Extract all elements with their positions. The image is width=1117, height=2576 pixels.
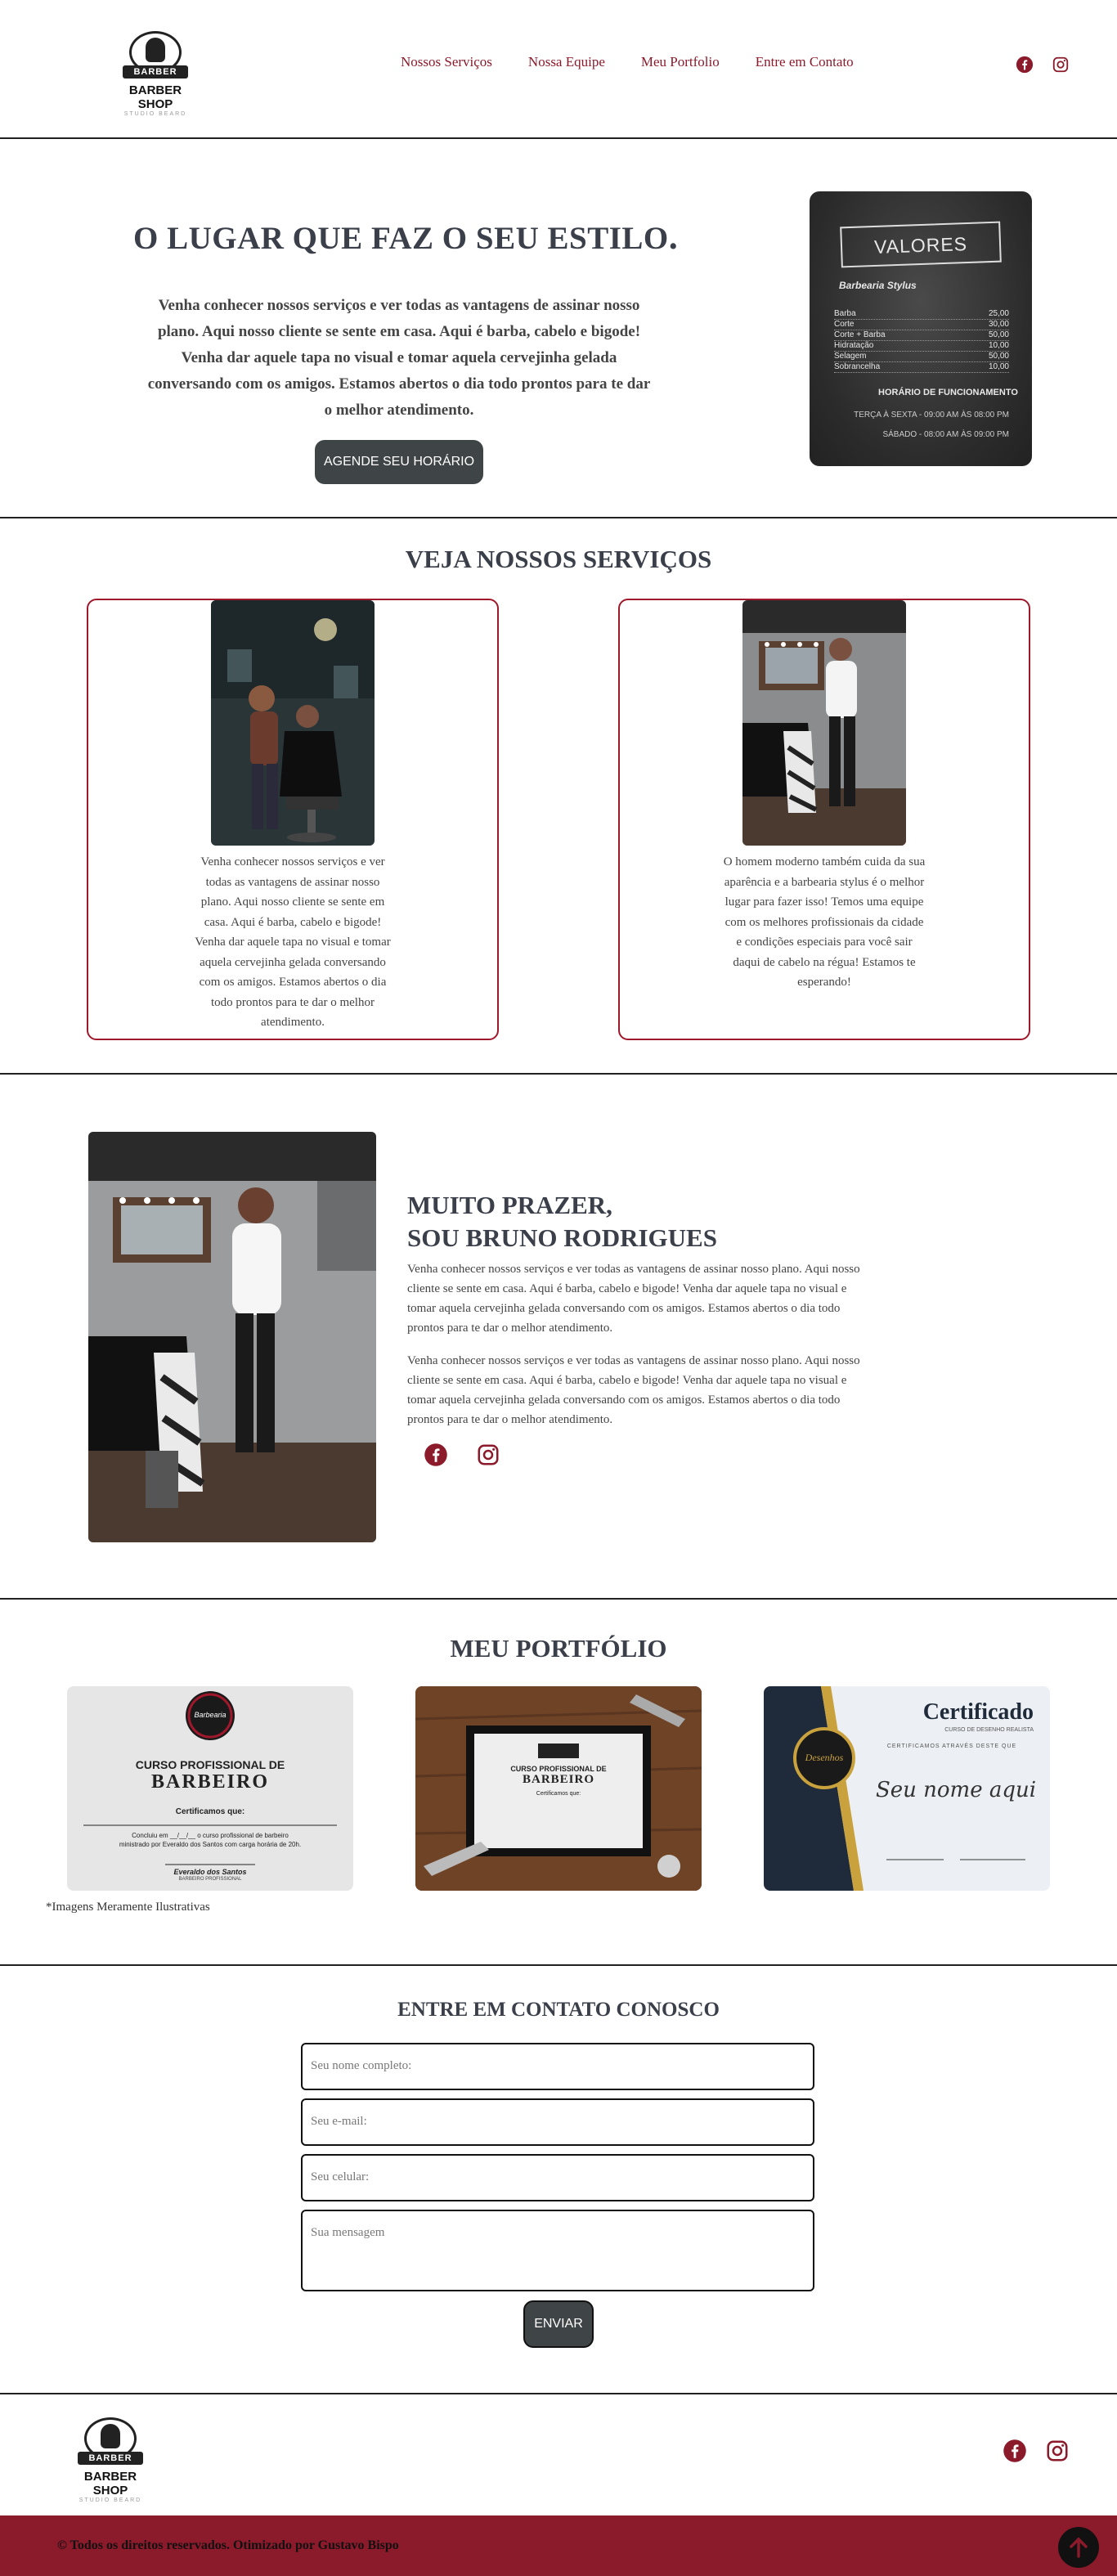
facebook-icon[interactable]: [1016, 56, 1034, 74]
footer-logo[interactable]: BARBER BARBER SHOP STUDIO BEARD: [65, 2416, 155, 2503]
nav-team[interactable]: Nossa Equipe: [528, 54, 605, 70]
logo-subtext: STUDIO BEARD: [123, 111, 187, 117]
hours-saturday: SÁBADO - 08:00 AM ÀS 09:00 PM: [882, 430, 1009, 439]
about-section: MUITO PRAZER, SOU BRUNO RODRIGUES Venha c…: [0, 1076, 1117, 1600]
cert-badge: Barbearia: [194, 1711, 227, 1719]
cert-name: BARBEIRO: [150, 1771, 270, 1793]
hours-title: HORÁRIO DE FUNCIONAMENTO: [878, 388, 1018, 397]
site-header: BARBER BARBER SHOP STUDIO BEARD Nossos S…: [0, 0, 1117, 139]
portfolio-title: MEU PORTFÓLIO: [450, 1634, 667, 1663]
service-card: Venha conhecer nossos serviços e ver tod…: [87, 599, 499, 1040]
schedule-button[interactable]: AGENDE SEU HORÁRIO: [315, 440, 483, 484]
arrow-up-icon: [1070, 2537, 1088, 2558]
portfolio-section: MEU PORTFÓLIO Barbearia CURSO PROFISSION…: [0, 1601, 1117, 1966]
hero-section: O LUGAR QUE FAZ O SEU ESTILO. Venha conh…: [0, 141, 1117, 518]
cert-certify: Certificamos que:: [175, 1807, 245, 1816]
site-footer: BARBER BARBER SHOP STUDIO BEARD: [0, 2396, 1117, 2515]
back-to-top-button[interactable]: [1058, 2527, 1099, 2568]
cert-line: CERTIFICAMOS ATRAVÉS DESTE QUE: [886, 1744, 1017, 1749]
cert-badge: Desenhos: [805, 1752, 844, 1763]
main-nav: Nossos Serviços Nossa Equipe Meu Portfol…: [401, 54, 854, 70]
instagram-icon[interactable]: [1045, 2439, 1070, 2463]
cert-certify: Certificamos que:: [536, 1791, 581, 1797]
barber-logo-icon: BARBER: [121, 29, 190, 82]
nav-portfolio[interactable]: Meu Portfolio: [641, 54, 720, 70]
price-row: Sobrancelha 10,00: [834, 362, 1009, 373]
service-text: Venha conhecer nossos serviços e ver tod…: [195, 855, 391, 1029]
cert-name: BARBEIRO: [522, 1773, 595, 1786]
cert-role: BARBEIRO PROFISSIONAL: [178, 1877, 242, 1882]
instagram-icon[interactable]: [476, 1443, 500, 1467]
cert-line: Concluiu em __/__/__ o curso profissiona…: [132, 1832, 289, 1839]
copyright-text: © Todos os direitos reservados. Otimizad…: [57, 2538, 399, 2552]
barber-cutting-photo: [211, 600, 375, 846]
logo-text: BARBER SHOP: [83, 2470, 137, 2497]
services-section: VEJA NOSSOS SERVIÇOS Venha conhecer noss…: [0, 520, 1117, 1075]
hero-text: Venha conhecer nossos serviços e ver tod…: [147, 297, 651, 419]
nav-contact[interactable]: Entre em Contato: [756, 54, 854, 70]
contact-title: ENTRE EM CONTATO CONOSCO: [397, 1999, 720, 2021]
cert-course: CURSO PROFISSIONAL DE: [510, 1765, 607, 1773]
price-chalkboard: VALORES Barbearia Stylus Barba 25,00 Cort…: [810, 191, 1032, 466]
copyright-bar: © Todos os direitos reservados. Otimizad…: [0, 2515, 1117, 2576]
portfolio-certificate-3[interactable]: Desenhos Certificado CURSO DE DESENHO RE…: [764, 1686, 1050, 1891]
about-paragraph-1: Venha conhecer nossos serviços e ver tod…: [407, 1263, 860, 1335]
price-row: Corte + Barba 50,00: [834, 330, 1009, 341]
logo[interactable]: BARBER BARBER SHOP STUDIO BEARD: [110, 29, 200, 117]
barber-logo-icon: BARBER: [76, 2416, 145, 2468]
service-text: O homem moderno também cuida da sua apar…: [723, 855, 926, 989]
cert-course: CURSO PROFISSIONAL DE: [135, 1758, 285, 1771]
cert-sign: Everaldo dos Santos: [173, 1868, 247, 1876]
hero-title: O LUGAR QUE FAZ O SEU ESTILO.: [133, 217, 679, 257]
logo-subtext: STUDIO BEARD: [79, 2497, 142, 2503]
email-field[interactable]: Seu e-mail:: [301, 2098, 814, 2146]
price-row: Hidratação 10,00: [834, 341, 1009, 352]
services-title: VEJA NOSSOS SERVIÇOS: [405, 545, 712, 573]
hours-weekday: TERÇA À SEXTA - 09:00 AM ÀS 08:00 PM: [854, 411, 1009, 420]
portfolio-certificate-1[interactable]: Barbearia CURSO PROFISSIONAL DE BARBEIRO…: [67, 1686, 353, 1891]
barber-standing-photo: [742, 600, 906, 846]
send-button[interactable]: ENVIAR: [523, 2300, 594, 2348]
about-social: [424, 1443, 500, 1467]
chalkboard-title: VALORES: [840, 221, 1002, 268]
price-row: Barba 25,00: [834, 309, 1009, 320]
footer-social: [1003, 2439, 1070, 2463]
facebook-icon[interactable]: [424, 1443, 448, 1467]
phone-field[interactable]: Seu celular:: [301, 2154, 814, 2201]
message-field[interactable]: Sua mensagem: [301, 2210, 814, 2291]
price-row: Selagem 50,00: [834, 352, 1009, 362]
portfolio-note: *Imagens Meramente Ilustrativas: [46, 1901, 210, 1914]
cert-name: Seu nome aqui: [875, 1778, 1037, 1802]
portfolio-certificate-2[interactable]: CURSO PROFISSIONAL DE BARBEIRO Certifica…: [415, 1686, 702, 1891]
nav-services[interactable]: Nossos Serviços: [401, 54, 492, 70]
instagram-icon[interactable]: [1052, 56, 1070, 74]
about-title: MUITO PRAZER, SOU BRUNO RODRIGUES: [407, 1191, 717, 1252]
chalkboard-subtitle: Barbearia Stylus: [839, 280, 917, 291]
cert-subtitle: CURSO DE DESENHO REALISTA: [944, 1727, 1034, 1733]
facebook-icon[interactable]: [1003, 2439, 1027, 2463]
barber-portrait-photo: [88, 1132, 376, 1542]
price-row: Corte 30,00: [834, 320, 1009, 330]
contact-section: ENTRE EM CONTATO CONOSCO Seu nome comple…: [0, 1968, 1117, 2394]
logo-text: BARBER SHOP: [128, 83, 182, 111]
cert-title: Certificado: [922, 1699, 1034, 1725]
about-paragraph-2: Venha conhecer nossos serviços e ver tod…: [407, 1354, 860, 1426]
header-social: [1016, 56, 1070, 74]
cert-line: ministrado por Everaldo dos Santos com c…: [119, 1841, 302, 1848]
name-field[interactable]: Seu nome completo:: [301, 2043, 814, 2090]
service-card: O homem moderno também cuida da sua apar…: [618, 599, 1030, 1040]
